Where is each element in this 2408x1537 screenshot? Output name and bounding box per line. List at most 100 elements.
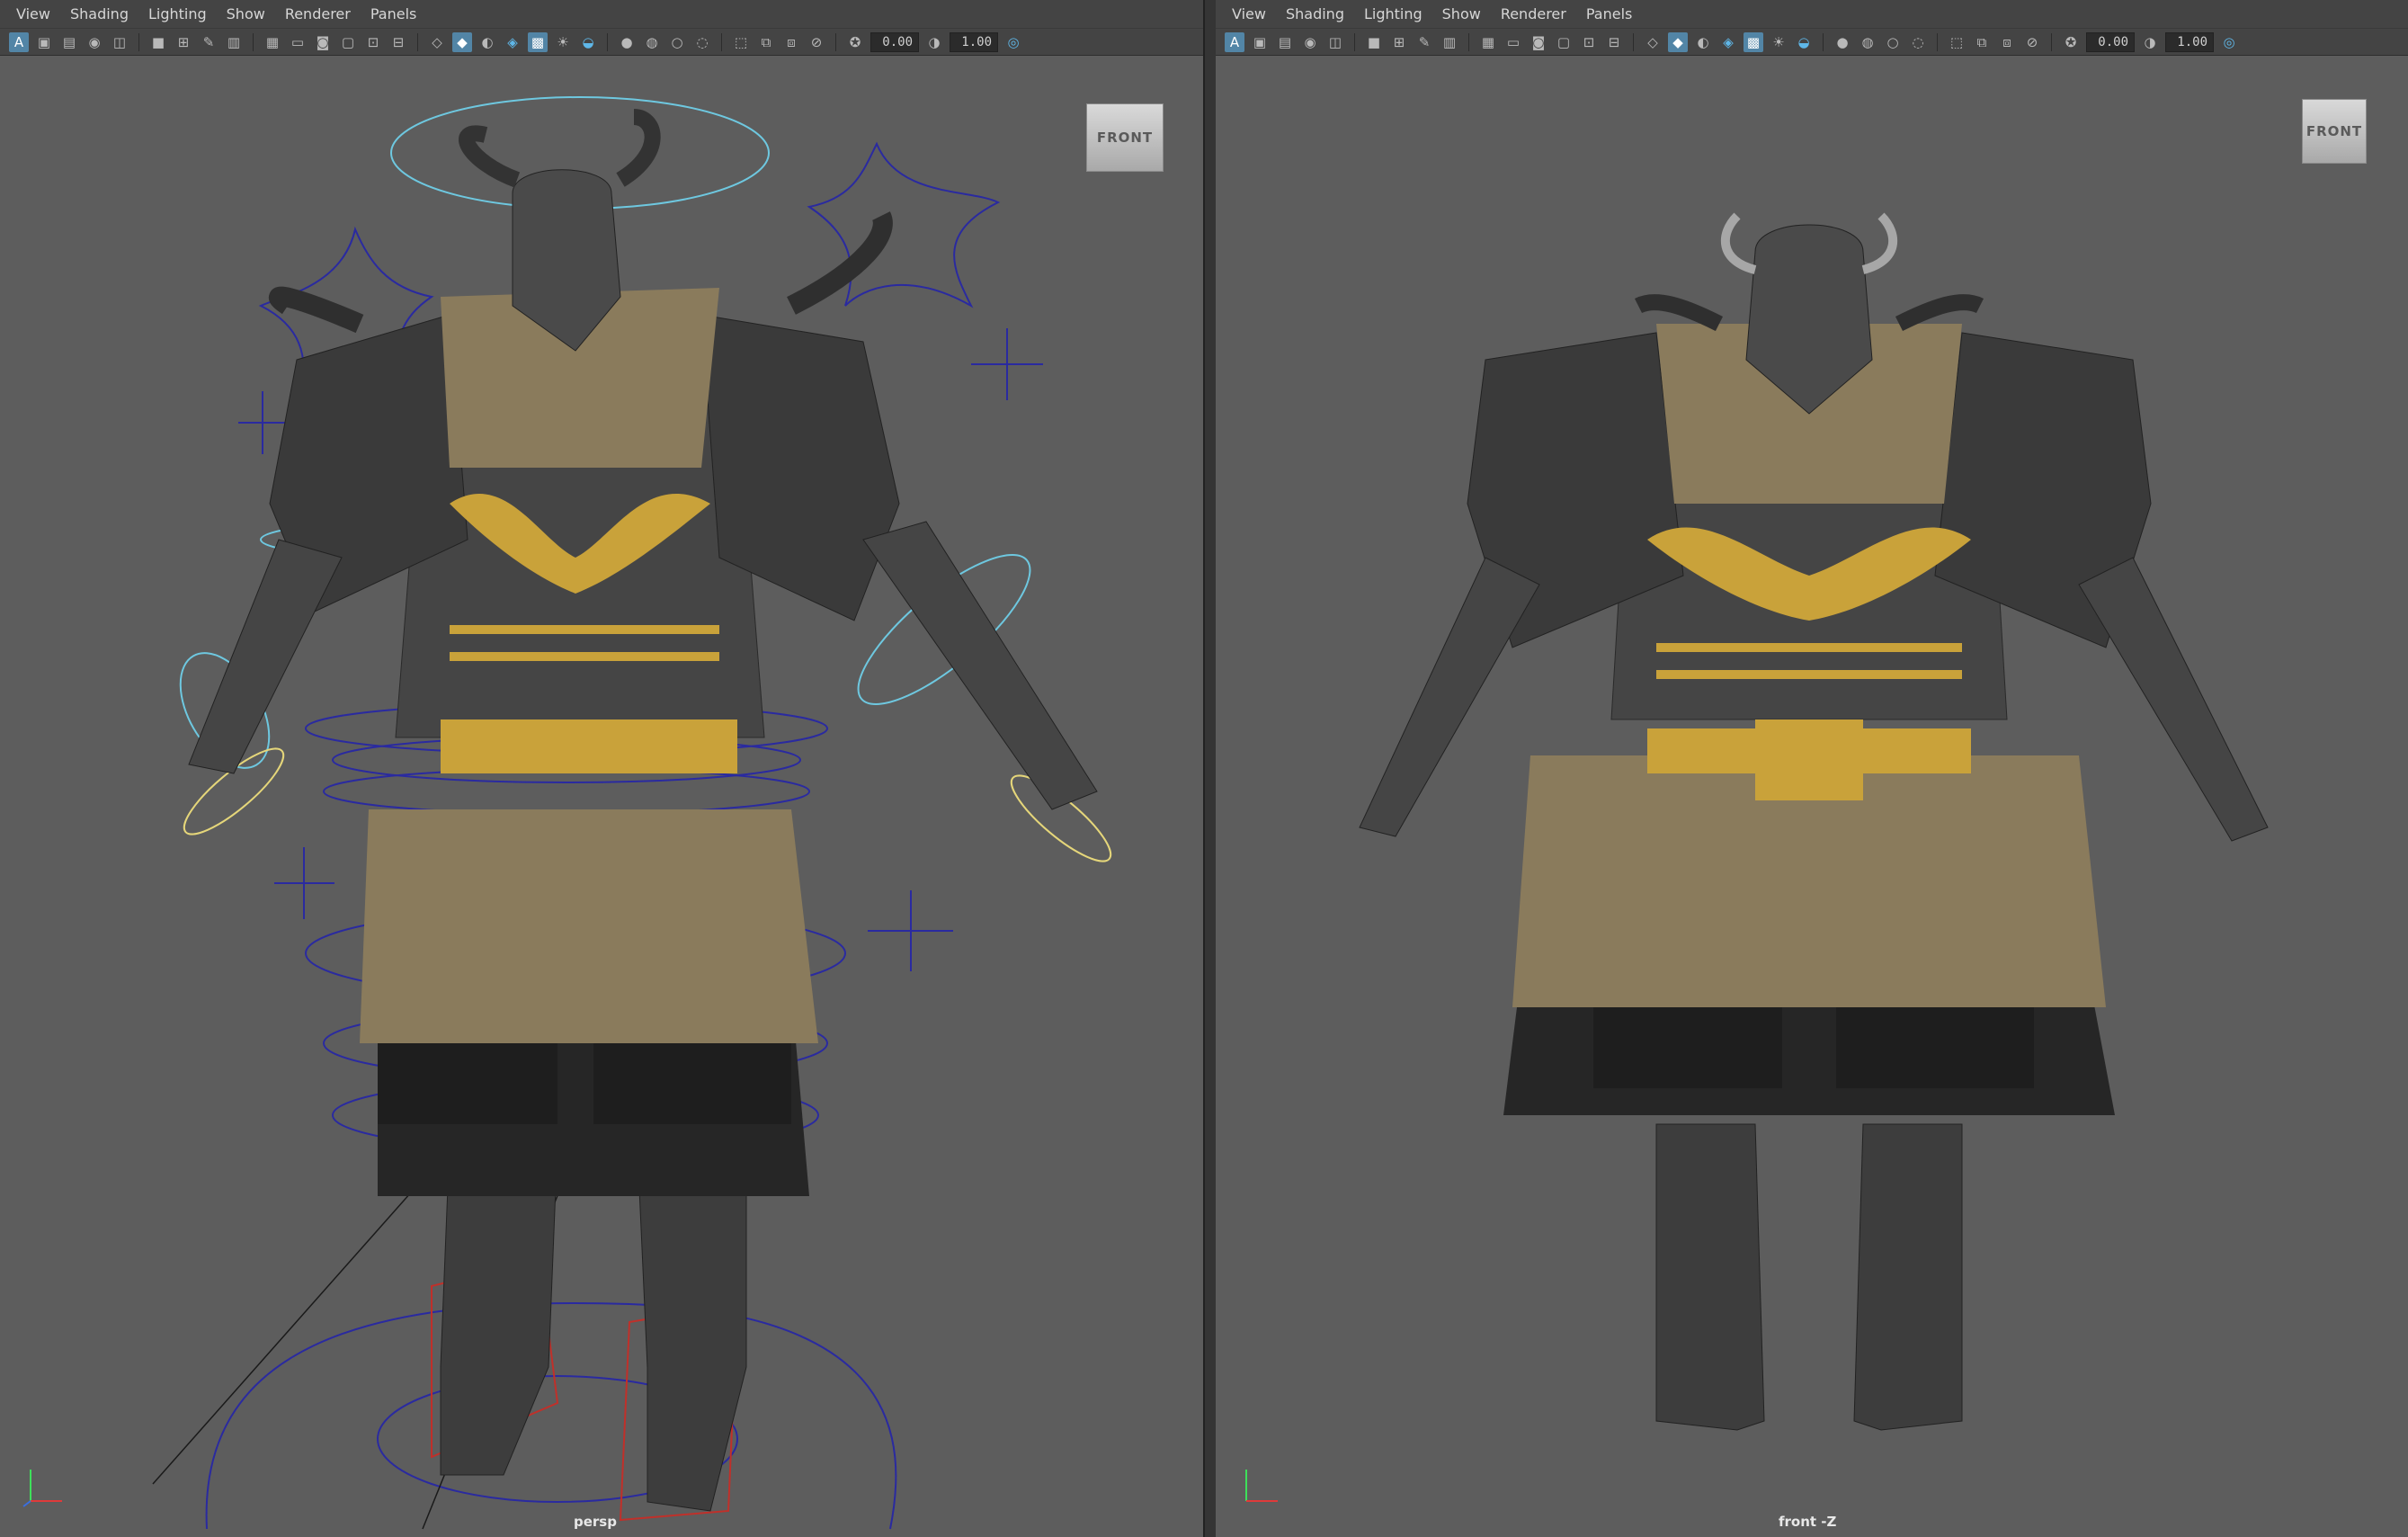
textured-icon[interactable]: ◈ (503, 32, 522, 52)
grid-toggle-icon[interactable]: ▥ (224, 32, 244, 52)
xray-active-components-icon[interactable]: ⧈ (1997, 32, 2017, 52)
armored-character-front[interactable] (1359, 212, 2269, 1431)
resolution-gate-icon[interactable]: ▭ (288, 32, 308, 52)
bookmark-icon[interactable]: ▤ (59, 32, 79, 52)
xray-icon[interactable]: ⧉ (1972, 32, 1992, 52)
armored-character-persp[interactable] (188, 109, 1098, 1512)
exposure-icon[interactable]: ✪ (2061, 32, 2081, 52)
toolbar-separator (1468, 32, 1469, 51)
wireframe-on-shaded-icon[interactable]: ▩ (528, 31, 548, 52)
safe-action-icon[interactable]: ⊡ (363, 32, 383, 52)
view-cube[interactable]: FRONT (1086, 103, 1164, 172)
viewport-persp[interactable]: View Shading Lighting Show Renderer Pane… (0, 0, 1205, 1537)
camera-attributes-icon[interactable]: ▣ (34, 32, 54, 52)
use-all-lights-icon[interactable]: ☀ (1769, 32, 1788, 52)
menu-panels[interactable]: Panels (367, 0, 433, 29)
2d-pan-zoom-icon[interactable]: ◫ (110, 32, 129, 52)
color-management-icon[interactable]: ◎ (1003, 32, 1023, 52)
use-all-lights-icon[interactable]: ☀ (553, 32, 573, 52)
isolate-select-icon[interactable]: ⬚ (1947, 32, 1967, 52)
wireframe-icon[interactable]: ◇ (427, 32, 447, 52)
toolbar-separator (607, 32, 608, 51)
gamma-icon[interactable]: ◑ (2140, 32, 2160, 52)
screen-space-ao-icon[interactable]: ● (1833, 32, 1852, 52)
viewport-toolbar: A ▣ ▤ ◉ ◫ ■ ⊞ ✎ ▥ ▦ ▭ ◙ ▢ ⊡ ⊟ ◇ ◆ ◐ ◈ ▩ … (1216, 29, 2408, 56)
motion-blur-icon[interactable]: ◍ (1858, 32, 1877, 52)
menu-show[interactable]: Show (1439, 0, 1497, 29)
camera-lock-icon[interactable]: ⊞ (1389, 32, 1409, 52)
film-gate-icon[interactable]: ▦ (263, 32, 282, 52)
screen-space-ao-icon[interactable]: ● (617, 32, 637, 52)
motion-blur-icon[interactable]: ◍ (642, 32, 662, 52)
camera-lock-icon[interactable]: ⊞ (174, 32, 193, 52)
xray-icon[interactable]: ⧉ (756, 32, 776, 52)
gamma-field[interactable]: 1.00 (2165, 31, 2214, 52)
camera-name-label: front -Z (1779, 1514, 1837, 1530)
toolbar-separator (1633, 32, 1634, 51)
grid-toggle-icon[interactable]: ▥ (1440, 32, 1459, 52)
viewport-toolbar: A ▣ ▤ ◉ ◫ ■ ⊞ ✎ ▥ ▦ ▭ ◙ ▢ ⊡ ⊟ ◇ ◆ ◐ ◈ ▩ … (0, 29, 1203, 56)
exposure-icon[interactable]: ✪ (845, 32, 865, 52)
toolbar-separator (138, 32, 139, 51)
viewport-splitter[interactable] (1205, 0, 1216, 1537)
menu-shading[interactable]: Shading (1282, 0, 1360, 29)
depth-of-field-icon[interactable]: ◌ (1908, 32, 1928, 52)
camera-icon[interactable]: ■ (1364, 32, 1384, 52)
field-chart-icon[interactable]: ▢ (1554, 32, 1574, 52)
field-chart-icon[interactable]: ▢ (338, 32, 358, 52)
menu-view[interactable]: View (13, 0, 67, 29)
smooth-shade-icon[interactable]: ◆ (452, 31, 472, 52)
depth-of-field-icon[interactable]: ◌ (692, 32, 712, 52)
viewport-front[interactable]: View Shading Lighting Show Renderer Pane… (1216, 0, 2408, 1537)
menu-lighting[interactable]: Lighting (145, 0, 223, 29)
menu-panels[interactable]: Panels (1583, 0, 1649, 29)
gamma-icon[interactable]: ◑ (924, 32, 944, 52)
default-material-icon[interactable]: ◐ (477, 32, 497, 52)
safe-action-icon[interactable]: ⊡ (1579, 32, 1599, 52)
xray-active-components-icon[interactable]: ⧈ (781, 32, 801, 52)
xray-joints-icon[interactable]: ⊘ (807, 32, 826, 52)
gate-mask-icon[interactable]: ◙ (313, 32, 333, 52)
grease-pencil-icon[interactable]: ✎ (199, 32, 219, 52)
viewport-menubar: View Shading Lighting Show Renderer Pane… (1216, 0, 2408, 29)
color-management-icon[interactable]: ◎ (2219, 32, 2239, 52)
camera-icon[interactable]: ■ (148, 32, 168, 52)
gamma-field[interactable]: 1.00 (950, 31, 998, 52)
safe-title-icon[interactable]: ⊟ (1604, 32, 1624, 52)
menu-view[interactable]: View (1228, 0, 1282, 29)
view-cube[interactable]: FRONT (2302, 99, 2367, 164)
gate-mask-icon[interactable]: ◙ (1529, 32, 1548, 52)
image-plane-icon[interactable]: ◉ (1300, 32, 1320, 52)
isolate-select-icon[interactable]: ⬚ (731, 32, 751, 52)
toolbar-separator (2051, 32, 2052, 51)
wireframe-on-shaded-icon[interactable]: ▩ (1744, 31, 1763, 52)
menu-lighting[interactable]: Lighting (1360, 0, 1439, 29)
film-gate-icon[interactable]: ▦ (1478, 32, 1498, 52)
menu-renderer[interactable]: Renderer (281, 0, 367, 29)
wireframe-icon[interactable]: ◇ (1643, 32, 1663, 52)
exposure-field[interactable]: 0.00 (870, 31, 919, 52)
select-camera-icon[interactable]: A (9, 31, 29, 52)
safe-title-icon[interactable]: ⊟ (388, 32, 408, 52)
smooth-shade-icon[interactable]: ◆ (1668, 31, 1688, 52)
shadows-icon[interactable]: ◒ (578, 32, 598, 52)
xray-joints-icon[interactable]: ⊘ (2022, 32, 2042, 52)
select-camera-icon[interactable]: A (1225, 31, 1244, 52)
textured-icon[interactable]: ◈ (1718, 32, 1738, 52)
bookmark-icon[interactable]: ▤ (1275, 32, 1295, 52)
anti-aliasing-icon[interactable]: ○ (667, 32, 687, 52)
menu-shading[interactable]: Shading (67, 0, 145, 29)
grease-pencil-icon[interactable]: ✎ (1414, 32, 1434, 52)
shadows-icon[interactable]: ◒ (1794, 32, 1814, 52)
2d-pan-zoom-icon[interactable]: ◫ (1325, 32, 1345, 52)
world-axis-indicator (1245, 1470, 1278, 1502)
exposure-field[interactable]: 0.00 (2086, 31, 2135, 52)
anti-aliasing-icon[interactable]: ○ (1883, 32, 1903, 52)
image-plane-icon[interactable]: ◉ (85, 32, 104, 52)
menu-renderer[interactable]: Renderer (1497, 0, 1583, 29)
toolbar-separator (721, 32, 722, 51)
default-material-icon[interactable]: ◐ (1693, 32, 1713, 52)
camera-attributes-icon[interactable]: ▣ (1250, 32, 1270, 52)
resolution-gate-icon[interactable]: ▭ (1503, 32, 1523, 52)
menu-show[interactable]: Show (223, 0, 281, 29)
